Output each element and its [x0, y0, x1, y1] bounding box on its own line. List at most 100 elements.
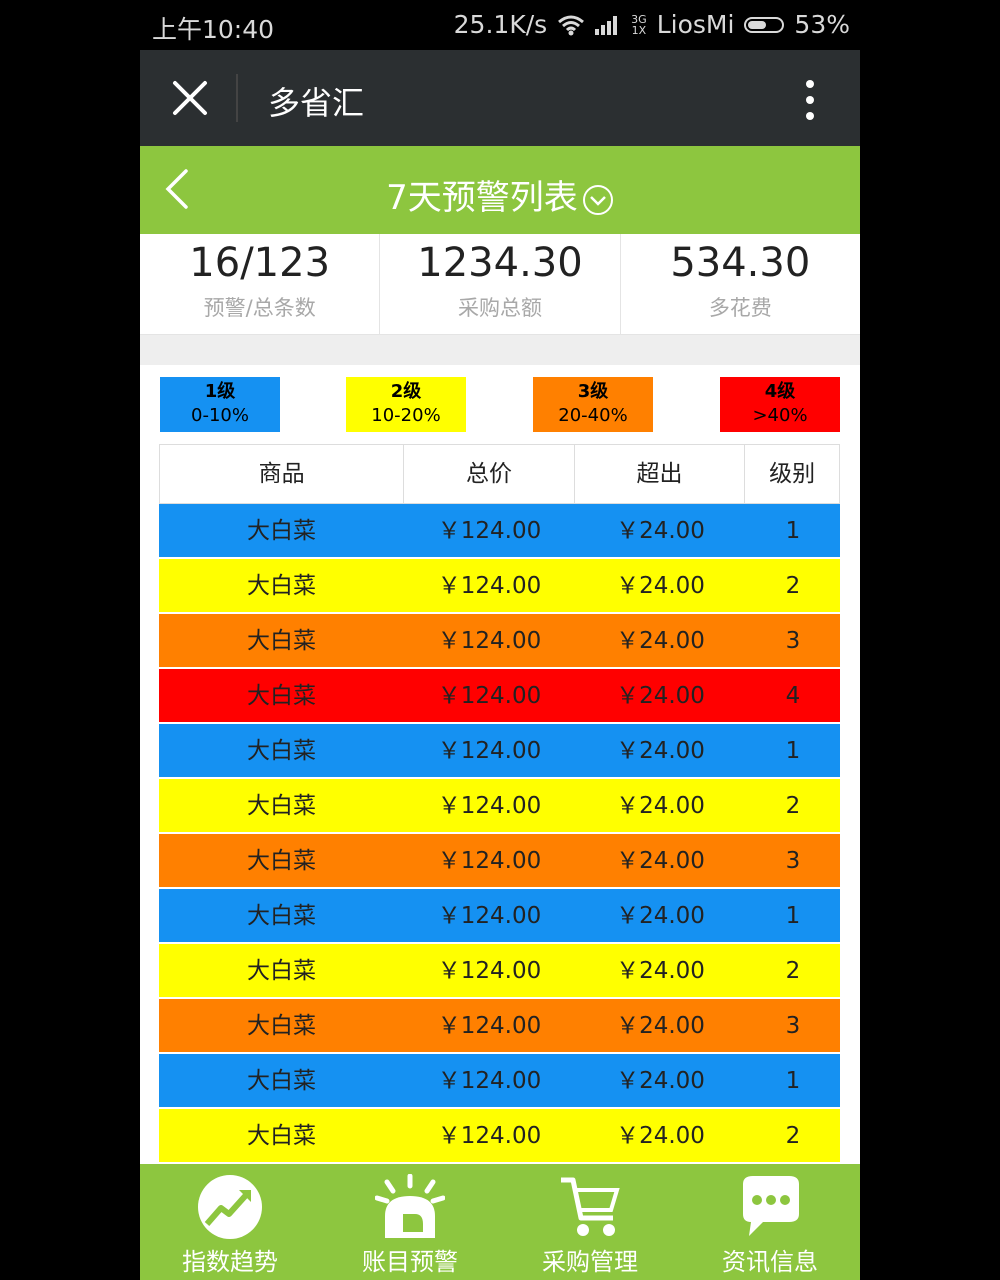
col-header-total[interactable]: 总价 — [404, 445, 575, 503]
cell-over: ￥24.00 — [616, 683, 705, 709]
stat-value: 16/123 — [189, 240, 331, 286]
network-bottom: 1X — [631, 23, 647, 37]
table-row[interactable]: 大白菜 ￥124.00 ￥24.00 1 — [159, 889, 840, 944]
page-title-dropdown[interactable]: 7天预警列表 — [140, 170, 860, 219]
cell-total: ￥124.00 — [437, 573, 542, 599]
cell-level: 1 — [785, 1068, 801, 1094]
legend-range: 0-10% — [191, 405, 249, 426]
cell-over: ￥24.00 — [616, 573, 705, 599]
more-menu-icon[interactable] — [806, 80, 814, 120]
window-title: 多省汇 — [268, 84, 365, 122]
cell-total: ￥124.00 — [437, 848, 542, 874]
close-icon[interactable] — [170, 78, 210, 118]
table-row[interactable]: 大白菜 ￥124.00 ￥24.00 3 — [159, 999, 840, 1054]
table-row[interactable]: 大白菜 ￥124.00 ￥24.00 1 — [159, 1054, 840, 1109]
cell-item: 大白菜 — [247, 573, 316, 599]
cell-over: ￥24.00 — [616, 1068, 705, 1094]
table-row[interactable]: 大白菜 ￥124.00 ￥24.00 2 — [159, 779, 840, 834]
col-header-over[interactable]: 超出 — [575, 445, 746, 503]
window-titlebar: 多省汇 — [140, 50, 860, 146]
bottom-nav: 指数趋势 账目预警 采购管理 资讯信息 — [140, 1164, 860, 1280]
cell-item: 大白菜 — [247, 903, 316, 929]
cell-total: ￥124.00 — [437, 793, 542, 819]
trend-chart-icon — [198, 1175, 262, 1239]
app-screen: 多省汇 7天预警列表 16/123 预警/总条数 1234.30 采购总额 53… — [140, 50, 860, 1280]
table-row[interactable]: 大白菜 ￥124.00 ￥24.00 3 — [159, 834, 840, 889]
col-header-level[interactable]: 级别 — [745, 445, 839, 503]
legend-range: 10-20% — [371, 405, 441, 426]
cell-over: ￥24.00 — [616, 518, 705, 544]
legend-level: 1级 — [204, 381, 236, 402]
table-row[interactable]: 大白菜 ￥124.00 ￥24.00 2 — [159, 944, 840, 999]
cell-total: ￥124.00 — [437, 1123, 542, 1149]
titlebar-divider — [236, 74, 238, 122]
stat-label: 多花费 — [708, 296, 772, 320]
legend-level-4: 4级 >40% — [720, 377, 840, 432]
cell-over: ￥24.00 — [616, 738, 705, 764]
cell-total: ￥124.00 — [437, 738, 542, 764]
stat-value: 1234.30 — [417, 240, 583, 286]
cell-total: ￥124.00 — [437, 1013, 542, 1039]
cell-item: 大白菜 — [247, 793, 316, 819]
cell-level: 3 — [785, 628, 801, 654]
cell-level: 1 — [785, 903, 801, 929]
cell-total: ￥124.00 — [437, 518, 542, 544]
cell-level: 2 — [785, 573, 801, 599]
table-row[interactable]: 大白菜 ￥124.00 ￥24.00 2 — [159, 1109, 840, 1164]
network-type: 3G 1X — [631, 14, 647, 36]
legend-level-2: 2级 10-20% — [346, 377, 466, 432]
cell-item: 大白菜 — [247, 683, 316, 709]
table-row[interactable]: 大白菜 ￥124.00 ￥24.00 3 — [159, 614, 840, 669]
battery-icon — [744, 16, 785, 33]
cell-item: 大白菜 — [247, 1123, 316, 1149]
cell-item: 大白菜 — [247, 848, 316, 874]
cell-over: ￥24.00 — [616, 793, 705, 819]
legend-level-1: 1级 0-10% — [160, 377, 280, 432]
cell-over: ￥24.00 — [616, 1123, 705, 1149]
section-divider — [140, 335, 860, 365]
table-row[interactable]: 大白菜 ￥124.00 ￥24.00 1 — [159, 504, 840, 559]
cell-item: 大白菜 — [247, 738, 316, 764]
table-row[interactable]: 大白菜 ￥124.00 ￥24.00 2 — [159, 559, 840, 614]
legend-level: 4级 — [764, 381, 796, 402]
chevron-down-circle-icon — [582, 184, 613, 215]
cell-level: 2 — [785, 793, 801, 819]
cell-total: ￥124.00 — [437, 903, 542, 929]
legend-level-3: 3级 20-40% — [533, 377, 653, 432]
cell-over: ￥24.00 — [616, 1013, 705, 1039]
cell-over: ￥24.00 — [616, 628, 705, 654]
nav-index-trend[interactable]: 指数趋势 — [140, 1164, 320, 1280]
stat-label: 预警/总条数 — [203, 296, 316, 320]
nav-purchase-management[interactable]: 采购管理 — [500, 1164, 680, 1280]
nav-label: 指数趋势 — [182, 1248, 278, 1276]
cell-item: 大白菜 — [247, 518, 316, 544]
col-header-item[interactable]: 商品 — [160, 445, 405, 503]
cell-level: 2 — [785, 958, 801, 984]
cell-item: 大白菜 — [247, 628, 316, 654]
net-speed: 25.1K/s — [453, 10, 548, 39]
summary-stats: 16/123 预警/总条数 1234.30 采购总额 534.30 多花费 — [140, 234, 860, 335]
cell-level: 1 — [785, 518, 801, 544]
stat-label: 采购总额 — [457, 296, 542, 320]
cell-item: 大白菜 — [247, 958, 316, 984]
table-row[interactable]: 大白菜 ￥124.00 ￥24.00 1 — [159, 724, 840, 779]
cell-over: ￥24.00 — [616, 958, 705, 984]
cell-level: 2 — [785, 1123, 801, 1149]
cell-level: 3 — [785, 848, 801, 874]
table-row[interactable]: 大白菜 ￥124.00 ￥24.00 4 — [159, 669, 840, 724]
cell-over: ￥24.00 — [616, 903, 705, 929]
table-body: 大白菜 ￥124.00 ￥24.00 1 大白菜 ￥124.00 ￥24.00 2 大白菜 ￥12… — [159, 504, 840, 1164]
page-title: 7天预警列表 — [386, 178, 578, 218]
page-header: 7天预警列表 — [140, 146, 860, 234]
shopping-cart-icon — [561, 1177, 620, 1236]
table-header: 商品 总价 超出 级别 — [159, 444, 840, 504]
nav-account-warning[interactable]: 账目预警 — [320, 1164, 500, 1280]
nav-news-info[interactable]: 资讯信息 — [680, 1164, 860, 1280]
wifi-icon — [558, 15, 585, 35]
legend-level: 2级 — [390, 381, 422, 402]
level-legend: 1级 0-10% 2级 10-20% 3级 20-40% 4级 >40% — [140, 365, 860, 445]
nav-label: 资讯信息 — [722, 1248, 818, 1276]
cell-total: ￥124.00 — [437, 958, 542, 984]
status-time: 上午10:40 — [152, 15, 275, 44]
signal-icon — [595, 15, 618, 35]
